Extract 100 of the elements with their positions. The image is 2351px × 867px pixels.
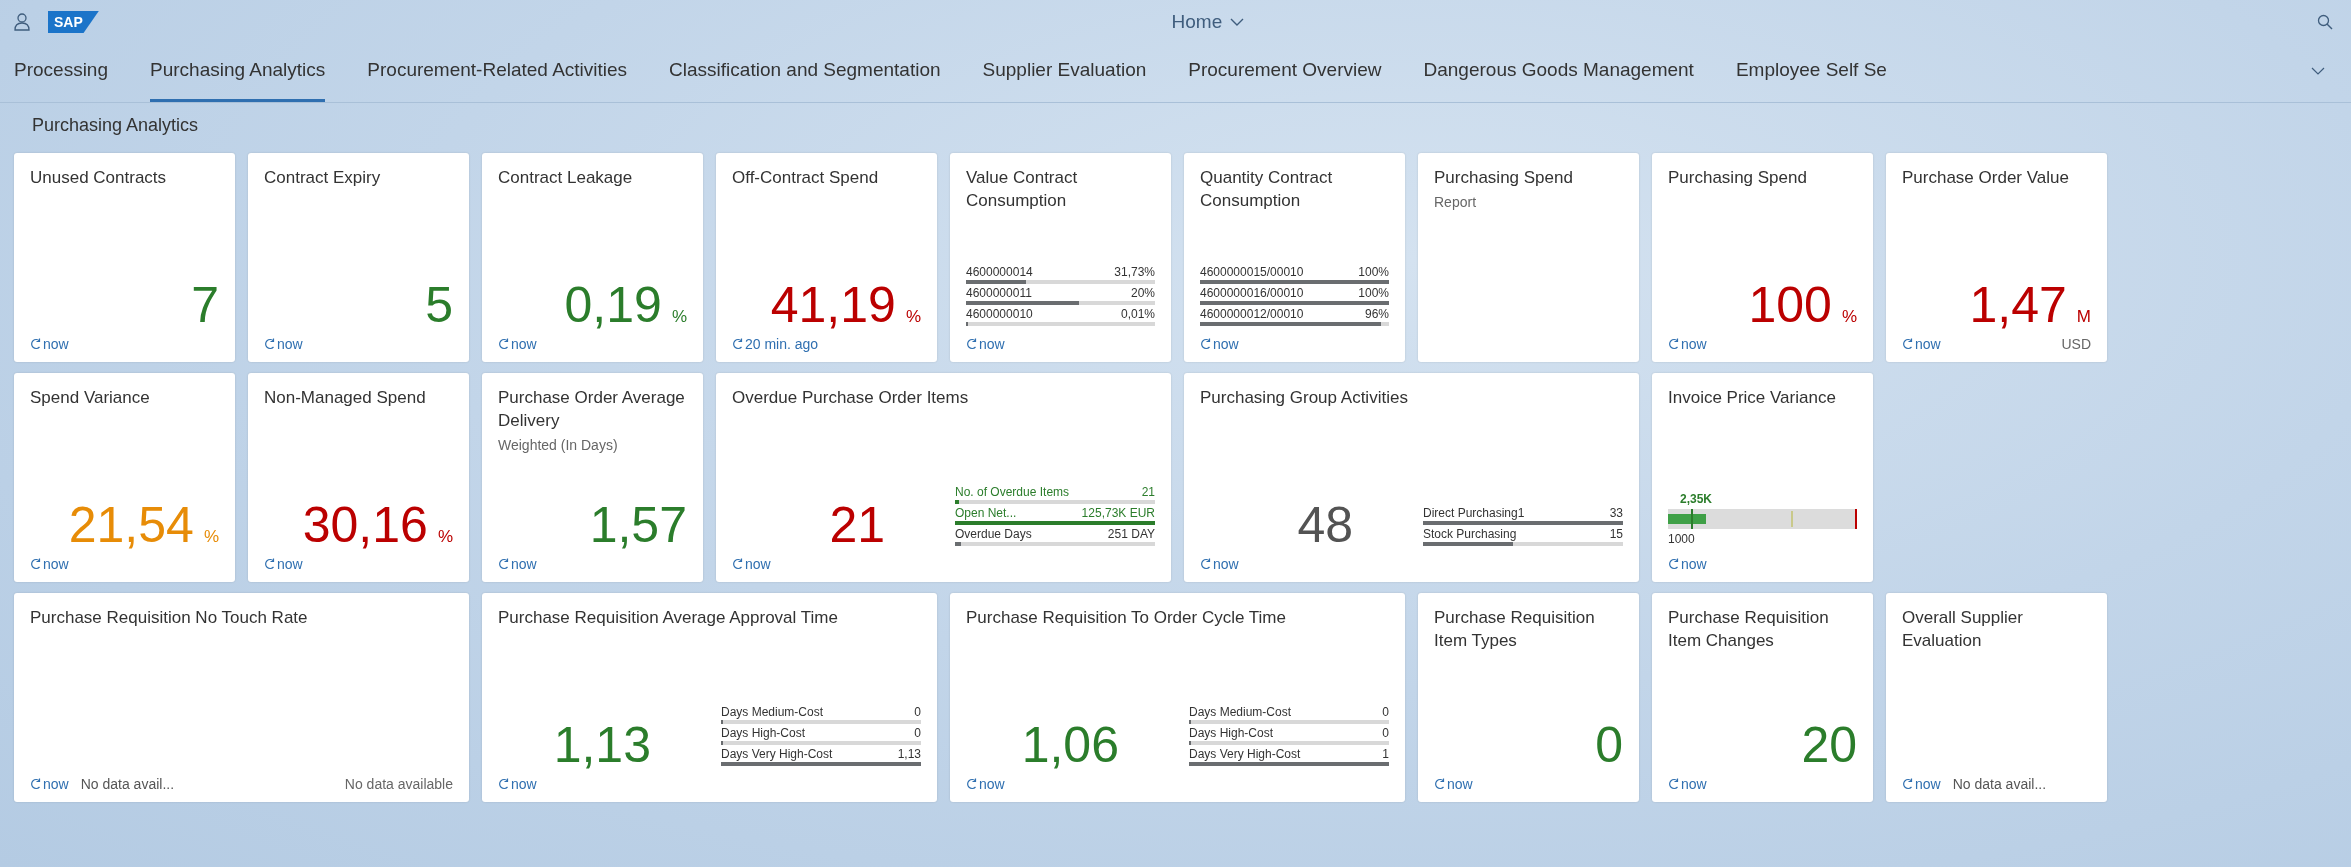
- refresh-link[interactable]: now: [1434, 776, 1473, 792]
- kpi-unit: %: [203, 527, 219, 547]
- row-value: 100%: [1358, 265, 1389, 279]
- row-label: Days Medium-Cost: [721, 705, 824, 719]
- tile[interactable]: Spend Variance 21,54 % now: [14, 373, 235, 582]
- refresh-icon: [264, 558, 275, 570]
- row-value: 15: [1609, 527, 1623, 541]
- row-value: 20%: [1130, 286, 1155, 300]
- tile[interactable]: Purchasing Group Activities 48 Direct Purchasing1 33 Stock Purchasing 15 now: [1184, 373, 1639, 582]
- refresh-link[interactable]: now: [1902, 776, 1941, 792]
- tile[interactable]: Value Contract Consumption 4600000014 31,73% 4600000011 20% 4600000010 0,01% now: [950, 153, 1171, 362]
- kpi-value: 20: [1801, 720, 1857, 770]
- row-label: Overdue Days: [955, 527, 1032, 541]
- tile-title: Overdue Purchase Order Items: [732, 387, 970, 409]
- tile[interactable]: Off-Contract Spend 41,19 % 20 min. ago: [716, 153, 937, 362]
- tile-title: Purchasing Group Activities: [1200, 387, 1409, 409]
- tile-title: Value Contract Consumption: [966, 167, 1079, 212]
- tab[interactable]: Purchasing Analytics: [150, 59, 326, 102]
- tab[interactable]: Processing: [14, 59, 108, 102]
- tile[interactable]: Purchase Requisition Item Changes 20 now: [1652, 593, 1873, 802]
- home-menu[interactable]: Home: [1171, 11, 1245, 33]
- refresh-link[interactable]: now: [1902, 336, 1941, 352]
- chevron-down-icon[interactable]: [2311, 67, 2325, 76]
- kpi-value: 1,57: [589, 500, 687, 550]
- kpi-value: 0: [1595, 720, 1623, 770]
- refresh-link[interactable]: now: [498, 336, 537, 352]
- row-value: 33: [1609, 506, 1623, 520]
- tile[interactable]: Contract Expiry 5 now: [248, 153, 469, 362]
- refresh-icon: [498, 558, 509, 570]
- refresh-link[interactable]: now: [30, 336, 69, 352]
- tile-title: Off-Contract Spend: [732, 167, 880, 189]
- refresh-link[interactable]: now: [498, 776, 537, 792]
- tab[interactable]: Procurement Overview: [1188, 59, 1382, 102]
- refresh-link[interactable]: 20 min. ago: [732, 336, 819, 352]
- tile-title: Spend Variance: [30, 387, 151, 409]
- tile[interactable]: Purchase Requisition Average Approval Time 1,13 Days Medium-Cost 0 Days High-Cost 0 Days Very High-Cost 1,13 now: [482, 593, 937, 802]
- row-label: 4600000014: [966, 265, 1033, 279]
- row-value: 1,13: [897, 747, 921, 761]
- refresh-link[interactable]: now: [1200, 556, 1239, 572]
- tile-title: Contract Expiry: [264, 167, 382, 189]
- tile[interactable]: Unused Contracts 7 now: [14, 153, 235, 362]
- tile-title: Non-Managed Spend: [264, 387, 427, 409]
- refresh-link[interactable]: now: [966, 336, 1005, 352]
- tile[interactable]: Contract Leakage 0,19 % now: [482, 153, 703, 362]
- tile-title: Quantity Contract Consumption: [1200, 167, 1334, 212]
- refresh-link[interactable]: now: [30, 776, 69, 792]
- tab[interactable]: Dangerous Goods Management: [1423, 59, 1694, 102]
- kpi-unit: %: [905, 307, 921, 327]
- tile-title: Purchase Requisition Average Approval Time: [498, 607, 839, 629]
- row-label: Days High-Cost: [721, 726, 806, 740]
- refresh-icon: [30, 338, 41, 350]
- refresh-icon: [1902, 778, 1913, 790]
- refresh-link[interactable]: now: [732, 556, 771, 572]
- refresh-icon: [1668, 338, 1679, 350]
- refresh-link[interactable]: now: [1668, 336, 1707, 352]
- tile[interactable]: Purchase Order Value 1,47 M now USD: [1886, 153, 2107, 362]
- no-data-note: No data avail...: [1952, 776, 2047, 792]
- tile[interactable]: Purchase Order Average Delivery Weighted (In Days) 1,57 now: [482, 373, 703, 582]
- tile[interactable]: Purchase Requisition No Touch Rate now No data avail... No data available: [14, 593, 469, 802]
- tile[interactable]: Non-Managed Spend 30,16 % now: [248, 373, 469, 582]
- refresh-link[interactable]: now: [966, 776, 1005, 792]
- row-label: Days High-Cost: [1189, 726, 1274, 740]
- tile[interactable]: Overdue Purchase Order Items 21 No. of Overdue Items 21 Open Net... 125,73K EUR Overdue Days 251 DAY now: [716, 373, 1171, 582]
- row-value: 0,01%: [1120, 307, 1155, 321]
- refresh-link[interactable]: now: [498, 556, 537, 572]
- refresh-link[interactable]: now: [264, 556, 303, 572]
- refresh-link[interactable]: now: [1668, 776, 1707, 792]
- row-value: 0: [914, 726, 921, 740]
- tile[interactable]: Quantity Contract Consumption 4600000015/00010 100% 4600000016/00010 100% 4600000012/00010 96% now: [1184, 153, 1405, 362]
- user-icon[interactable]: [14, 13, 30, 31]
- search-icon[interactable]: [2317, 14, 2333, 30]
- tile-title: Invoice Price Variance: [1668, 387, 1837, 409]
- tile-title: Purchase Requisition Item Changes: [1668, 607, 1830, 652]
- tile[interactable]: Invoice Price Variance 2,35K 1000 now: [1652, 373, 1873, 582]
- tile[interactable]: Overall Supplier Evaluation now No data avail...: [1886, 593, 2107, 802]
- tile[interactable]: Purchasing Spend Report: [1418, 153, 1639, 362]
- tile[interactable]: Purchase Requisition Item Types 0 now: [1418, 593, 1639, 802]
- tab[interactable]: Employee Self Se: [1735, 59, 1887, 102]
- refresh-link[interactable]: now: [1668, 556, 1707, 572]
- refresh-icon: [732, 558, 743, 570]
- no-data-note: No data avail...: [80, 776, 175, 792]
- refresh-icon: [1668, 558, 1679, 570]
- tile[interactable]: Purchase Requisition To Order Cycle Time 1,06 Days Medium-Cost 0 Days High-Cost 0 Days Very High-Cost 1 now: [950, 593, 1405, 802]
- row-label: 4600000016/00010: [1200, 286, 1304, 300]
- tab[interactable]: Supplier Evaluation: [982, 59, 1147, 102]
- refresh-link[interactable]: now: [30, 556, 69, 572]
- tab[interactable]: Procurement-Related Activities: [367, 59, 628, 102]
- refresh-link[interactable]: now: [1200, 336, 1239, 352]
- tile[interactable]: Purchasing Spend 100 % now: [1652, 153, 1873, 362]
- kpi-unit: %: [437, 527, 453, 547]
- tab[interactable]: Classification and Segmentation: [669, 59, 941, 102]
- kpi-unit: %: [1841, 307, 1857, 327]
- footer-text: No data available: [344, 776, 453, 792]
- refresh-link[interactable]: now: [264, 336, 303, 352]
- tile-title: Contract Leakage: [498, 167, 634, 189]
- refresh-icon: [30, 778, 41, 790]
- row-value: 251 DAY: [1107, 527, 1155, 541]
- kpi-value: 5: [425, 280, 453, 330]
- row-label: Days Medium-Cost: [1189, 705, 1292, 719]
- tile-title: Purchasing Spend: [1434, 167, 1574, 189]
